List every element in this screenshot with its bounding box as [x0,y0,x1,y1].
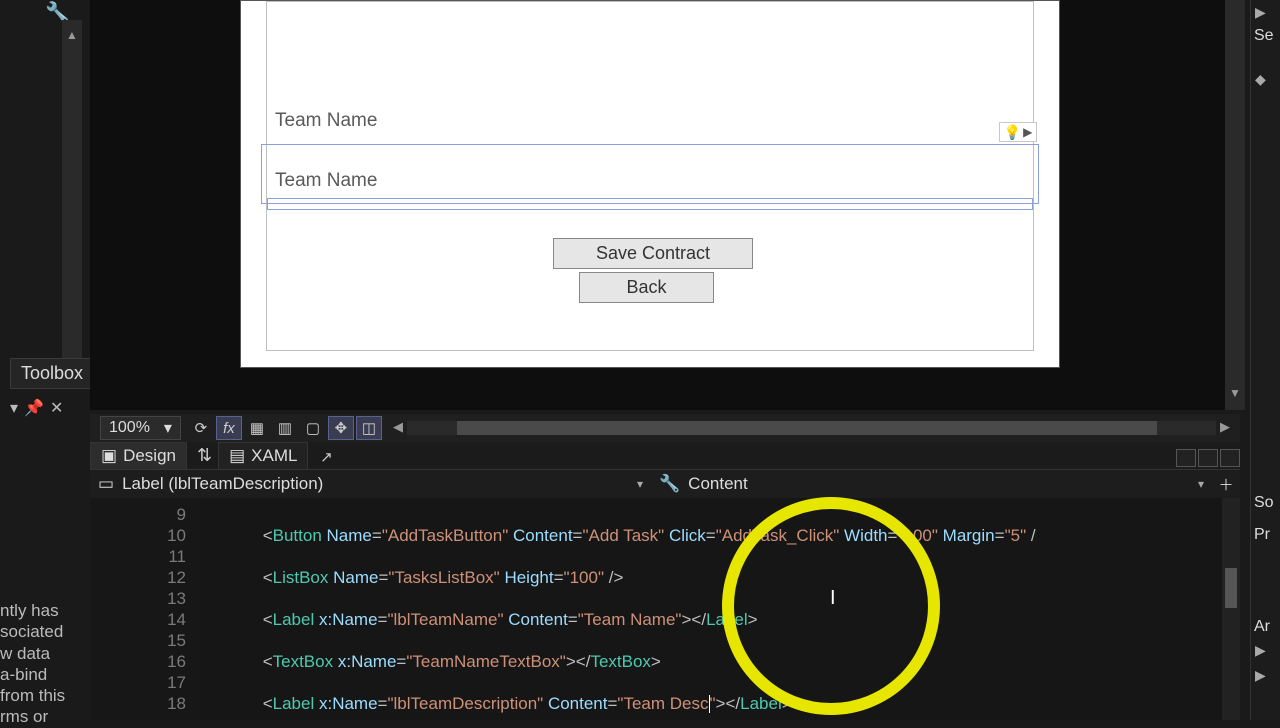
scroll-up-icon[interactable]: ▲ [66,28,78,42]
element-combo[interactable]: ▭ Label (lblTeamDescription) ▾ [90,474,651,494]
design-icon: ▣ [101,446,117,466]
refresh-button[interactable]: ⟳ [188,416,214,440]
panel-label-ar[interactable]: Ar [1251,616,1280,638]
toggle-button-a[interactable]: ✥ [328,416,354,440]
popout-button[interactable]: ↗ [313,445,339,469]
lightbulb-hint[interactable]: 💡 ▶ [999,122,1037,142]
panel-label-so[interactable]: So [1251,492,1280,514]
expand-icon[interactable]: ▶ [1251,663,1280,688]
scroll-left-icon[interactable]: ◀ [389,419,407,437]
toggle-button-b[interactable]: ◫ [356,416,382,440]
snaplines-button[interactable]: ▥ [272,416,298,440]
scroll-down-icon[interactable]: ▼ [1229,386,1241,400]
design-surface[interactable]: Team Name 💡 ▶ Team Name Save Contract Ba… [90,0,1240,410]
collapse-pane-button[interactable] [1220,449,1240,467]
left-scrollbar[interactable]: ▲ ▼ [62,20,82,385]
chevron-down-icon: ▾ [164,418,172,438]
property-combo[interactable]: 🔧 Content ▾ [651,474,1212,494]
add-button[interactable]: ＋ [1213,472,1239,496]
chevron-down-icon: ▾ [637,477,643,491]
code-content[interactable]: <Button Name="AddTaskButton" Content="Ad… [200,498,1222,720]
swap-panes-button[interactable]: ⇅ [197,445,212,466]
toolbox-tab[interactable]: Toolbox [10,358,94,389]
pin-icon[interactable]: 📌 [24,398,44,418]
designer-scrollbar[interactable]: ▼ [1225,0,1245,410]
save-contract-button[interactable]: Save Contract [553,238,753,269]
pane-tabs: ▣ Design ⇅ ▤ XAML ↗ [90,442,1240,470]
xaml-icon: ▤ [229,446,245,466]
team-name-label-2[interactable]: Team Name [275,170,377,192]
effects-button[interactable]: fx [216,416,242,440]
back-button[interactable]: Back [579,272,714,303]
line-number-gutter: 9101112131415161718 [90,498,200,720]
chevron-right-icon: ▶ [1023,125,1032,139]
xaml-editor[interactable]: 9101112131415161718 <Button Name="AddTas… [90,498,1240,720]
grid-snap-button[interactable]: ▦ [244,416,270,440]
split-horizontal-button[interactable] [1198,449,1218,467]
designer-toolbar: 100%▾ ⟳ fx ▦ ▥ ▢ ✥ ◫ ◀ ▶ [90,414,1240,442]
tab-design[interactable]: ▣ Design [90,442,187,469]
left-truncated-text: ntly has sociated w data a-bind from thi… [0,600,80,728]
dropdown-icon[interactable]: ▾ [10,398,18,418]
wrench-icon[interactable]: 🔧 [45,0,75,20]
close-icon[interactable]: ✕ [50,398,63,418]
split-vertical-button[interactable] [1176,449,1196,467]
zoom-combo[interactable]: 100%▾ [100,416,181,440]
selection-outline[interactable] [261,144,1039,204]
text-cursor-icon: I [830,588,836,609]
code-scrollbar[interactable] [1222,498,1240,720]
textbox-outline[interactable] [267,198,1033,210]
panel-label-pr[interactable]: Pr [1251,524,1280,546]
horizontal-scrollbar[interactable]: ◀ ▶ [389,419,1234,437]
panel-label-se[interactable]: Se [1251,25,1280,47]
wpf-window-preview[interactable]: Team Name 💡 ▶ Team Name Save Contract Ba… [240,0,1060,368]
wrench-icon: 🔧 [659,474,680,494]
element-property-bar: ▭ Label (lblTeamDescription) ▾ 🔧 Content… [90,470,1240,498]
device-button[interactable]: ▢ [300,416,326,440]
chevron-down-icon: ▾ [1198,477,1204,491]
expand-icon[interactable]: ▶ [1251,638,1280,663]
lightbulb-icon: 💡 [1004,124,1021,141]
tab-xaml[interactable]: ▤ XAML [218,442,308,469]
right-docked-panels: ▶ Se ◆ So Pr Ar ▶ ▶ [1250,0,1280,720]
panel-options: ▾ 📌 ✕ [10,398,80,418]
expand-icon[interactable]: ▶ [1251,0,1280,25]
tag-icon: ▭ [98,474,114,494]
team-name-label-1[interactable]: Team Name [275,110,377,132]
color-icon[interactable]: ◆ [1251,67,1280,92]
scroll-right-icon[interactable]: ▶ [1216,419,1234,437]
